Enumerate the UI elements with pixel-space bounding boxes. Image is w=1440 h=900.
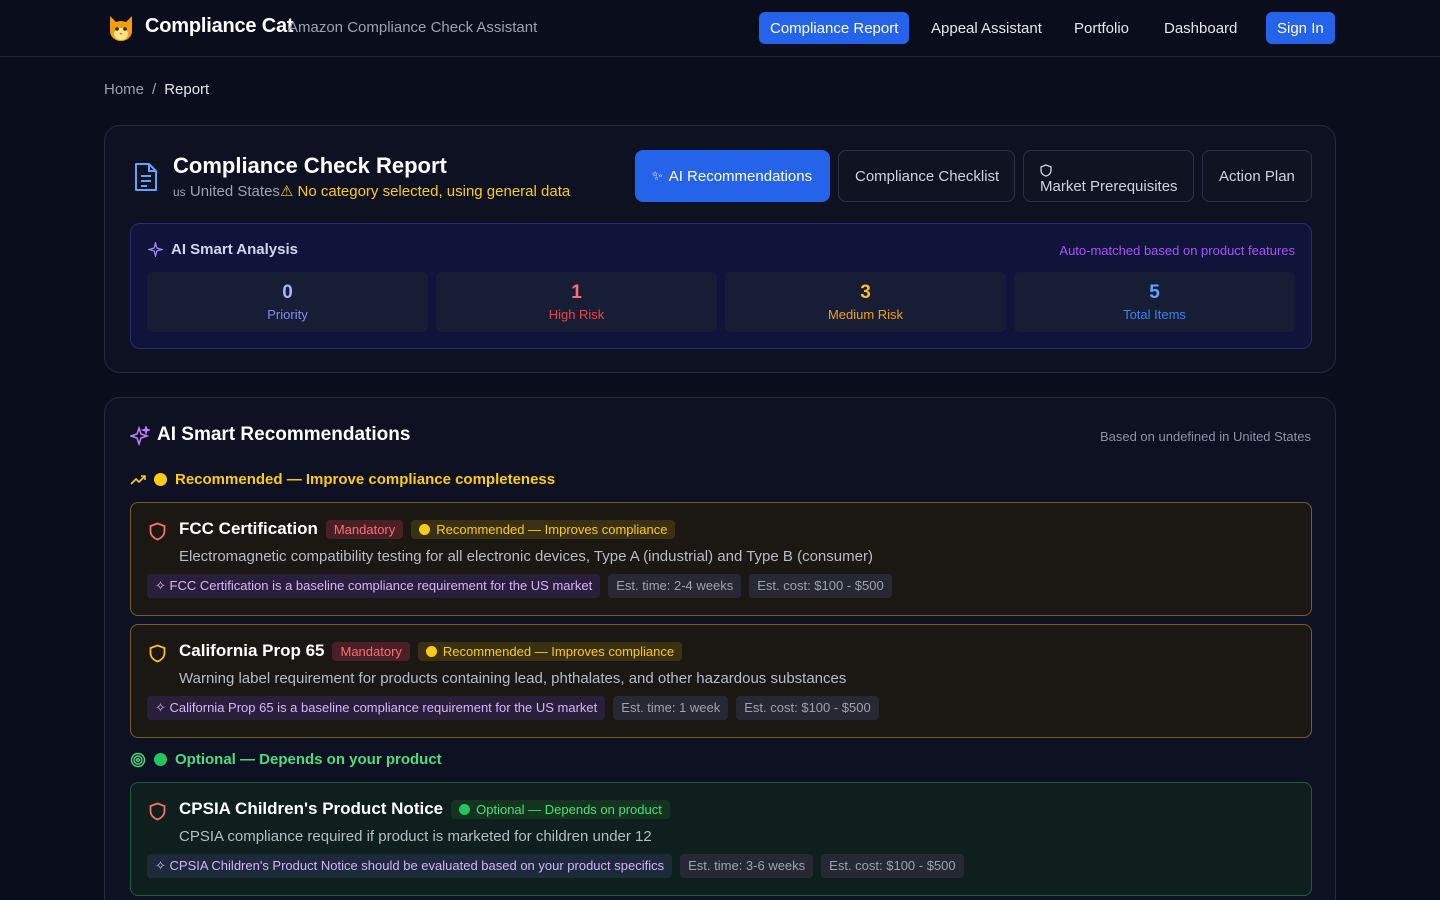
stat-label: Medium Risk — [827, 307, 904, 322]
cost-chip: Est. cost: $100 - $500 — [821, 854, 964, 878]
recommendation-item-prop65[interactable]: California Prop 65 Mandatory Recommended… — [130, 624, 1312, 738]
tab-label: Compliance Checklist — [855, 167, 1000, 185]
stat-high-risk: 1 High Risk — [436, 272, 717, 332]
item-chips: ✧ CPSIA Children's Product Notice should… — [147, 854, 964, 878]
reason-chip: ✧ FCC Certification is a baseline compli… — [147, 574, 601, 598]
tab-label: AI Recommendations — [668, 167, 813, 185]
recommendation-item-fcc[interactable]: FCC Certification Mandatory Recommended … — [130, 502, 1312, 616]
cost-chip: Est. cost: $100 - $500 — [736, 696, 879, 720]
sparkle-icon: ✧ — [155, 858, 170, 873]
stat-label: Total Items — [1123, 307, 1186, 322]
status-badge: Recommended — Improves compliance — [417, 641, 683, 661]
stat-value: 3 — [860, 282, 871, 303]
item-chips: ✧ FCC Certification is a baseline compli… — [147, 574, 892, 598]
stat-label: Priority — [267, 307, 308, 322]
status-dot-icon — [425, 645, 437, 657]
sparkle-icon — [130, 426, 150, 446]
nav-dashboard[interactable]: Dashboard — [1153, 12, 1248, 44]
stat-value: 1 — [571, 282, 582, 303]
group-label: Recommended — Improve compliance complet… — [175, 471, 556, 488]
status-label: Optional — Depends on product — [476, 801, 662, 817]
group-label: Optional — Depends on your product — [175, 751, 442, 768]
brand-name[interactable]: Compliance Cat — [145, 15, 294, 38]
report-header-card: Compliance Check Report us United States… — [104, 125, 1336, 373]
item-header: CPSIA Children's Product Notice Optional… — [179, 799, 670, 819]
sparkle-icon: ✧ — [155, 578, 170, 593]
item-description: CPSIA compliance required if product is … — [179, 828, 652, 845]
item-title: California Prop 65 — [179, 641, 325, 660]
status-label: Recommended — Improves compliance — [442, 643, 675, 659]
tab-action-plan[interactable]: Action Plan — [1202, 150, 1312, 202]
tab-compliance-checklist[interactable]: Compliance Checklist — [838, 150, 1015, 202]
time-chip: Est. time: 1 week — [613, 696, 729, 720]
reason-chip: ✧ California Prop 65 is a baseline compl… — [147, 696, 606, 720]
ai-analysis-panel: AI Smart Analysis Auto-matched based on … — [130, 223, 1312, 349]
stat-value: 0 — [282, 282, 293, 303]
country-name: United States — [189, 183, 280, 200]
breadcrumb-current: Report — [164, 81, 210, 98]
breadcrumb-home[interactable]: Home — [104, 81, 144, 98]
breadcrumb-separator: / — [152, 81, 157, 98]
tab-label: Action Plan — [1219, 167, 1295, 185]
cat-icon[interactable] — [108, 14, 134, 42]
document-icon — [135, 163, 157, 191]
sparkle-icon — [148, 242, 163, 257]
tab-ai-recommendations[interactable]: ✨︎ AI Recommendations — [635, 150, 830, 202]
section-title: AI Smart Recommendations — [157, 424, 411, 445]
trending-up-icon — [130, 474, 146, 485]
group-recommended-heading: Recommended — Improve compliance complet… — [130, 471, 555, 488]
category-warning: ⚠ No category selected, using general da… — [279, 183, 571, 200]
recommendation-item-cpsia[interactable]: CPSIA Children's Product Notice Optional… — [130, 782, 1312, 896]
sparkle-icon: ✧ — [155, 700, 170, 715]
reason-chip: ✧ CPSIA Children's Product Notice should… — [147, 854, 673, 878]
shield-icon — [149, 522, 166, 541]
status-label: Recommended — Improves compliance — [436, 521, 668, 537]
item-description: Electromagnetic compatibility testing fo… — [179, 548, 873, 565]
stat-value: 5 — [1149, 282, 1160, 303]
cost-chip: Est. cost: $100 - $500 — [749, 574, 892, 598]
item-title: FCC Certification — [179, 519, 318, 538]
country-code: us — [173, 185, 186, 199]
page-title: Compliance Check Report — [173, 153, 447, 178]
status-badge: Optional — Depends on product — [451, 799, 670, 819]
time-chip: Est. time: 3-6 weeks — [680, 854, 814, 878]
nav-appeal-assistant[interactable]: Appeal Assistant — [920, 12, 1053, 44]
target-icon — [130, 752, 146, 767]
item-header: California Prop 65 Mandatory Recommended… — [179, 641, 683, 661]
mandatory-badge: Mandatory — [325, 519, 404, 539]
top-navigation-bar: Compliance Cat Amazon Compliance Check A… — [0, 0, 1440, 57]
mandatory-badge: Mandatory — [332, 641, 410, 661]
sign-in-button[interactable]: Sign In — [1266, 12, 1335, 44]
analysis-note: Auto-matched based on product features — [1059, 243, 1295, 258]
nav-portfolio[interactable]: Portfolio — [1063, 12, 1140, 44]
status-badge: Recommended — Improves compliance — [411, 519, 676, 539]
item-title: CPSIA Children's Product Notice — [179, 799, 444, 818]
time-chip: Est. time: 2-4 weeks — [608, 574, 742, 598]
stat-label: High Risk — [548, 307, 605, 322]
status-dot-icon — [459, 803, 471, 815]
analysis-title: AI Smart Analysis — [171, 241, 298, 258]
status-dot-icon — [154, 753, 167, 766]
stat-priority: 0 Priority — [147, 272, 428, 332]
stat-medium-risk: 3 Medium Risk — [725, 272, 1006, 332]
group-optional-heading: Optional — Depends on your product — [130, 751, 442, 768]
status-dot-icon — [154, 473, 167, 486]
item-header: FCC Certification Mandatory Recommended … — [179, 519, 676, 539]
section-note: Based on undefined in United States — [1099, 429, 1311, 444]
status-dot-icon — [419, 523, 431, 535]
recommendations-card: AI Smart Recommendations Based on undefi… — [104, 397, 1336, 900]
stat-total-items: 5 Total Items — [1014, 272, 1295, 332]
report-subtitle: us United States⚠ No category selected, … — [173, 182, 570, 200]
shield-icon — [149, 644, 166, 663]
item-chips: ✧ California Prop 65 is a baseline compl… — [147, 696, 879, 720]
tab-market-prerequisites[interactable]: Market Prerequisites — [1023, 150, 1194, 202]
breadcrumb: Home / Report — [104, 81, 209, 98]
shield-icon — [149, 802, 166, 821]
nav-compliance-report[interactable]: Compliance Report — [759, 12, 910, 44]
item-description: Warning label requirement for products c… — [179, 670, 847, 687]
tab-label: Market Prerequisites — [1040, 177, 1178, 195]
sparkle-icon: ✨︎ — [652, 168, 663, 183]
shield-icon — [1040, 163, 1052, 177]
brand-tagline: Amazon Compliance Check Assistant — [288, 19, 538, 36]
